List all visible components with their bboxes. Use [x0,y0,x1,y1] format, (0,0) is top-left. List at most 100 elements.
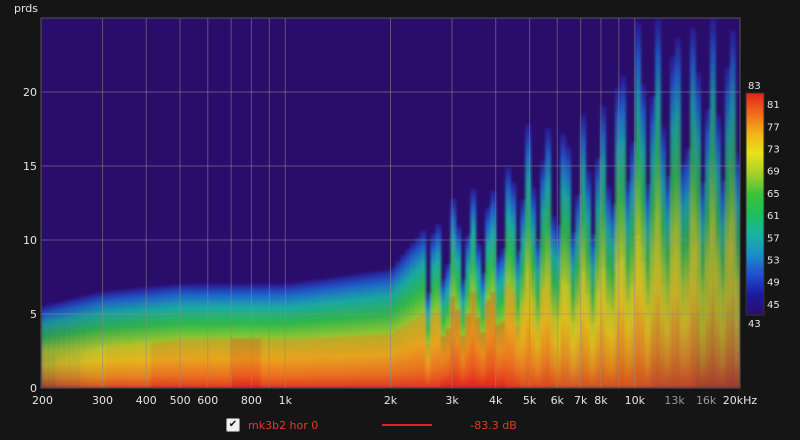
spectrogram-core [310,337,317,388]
spectrogram-chart: prds 200 300 400 500 600 800 1k 2k 3k 4k 5k 6k 7k 8k 1… [14,2,780,407]
y-axis-ticks: 0 5 10 15 20 [23,86,37,395]
spectrogram-core [295,338,302,388]
spectrogram-core [305,338,312,388]
colorbar-tick-label: 43 [748,319,761,330]
spectrogram-core [60,354,67,388]
spectrogram-core [670,256,676,388]
x-tick-label: 20kHz [723,394,758,407]
spectrogram-core [620,256,626,388]
spectrogram-core [285,339,292,388]
spectrogram-core [640,262,646,388]
spectrogram-core [265,338,272,388]
legend-line-swatch [382,424,433,426]
spectrogram-core [215,338,222,388]
spectrogram-core [300,338,307,388]
spectrogram-core [275,339,282,388]
spectrogram-core [325,337,332,388]
x-tick-label: 3k [445,394,459,407]
spectrogram-core [440,336,447,388]
spectrogram-core [150,341,157,388]
spectrogram-core [75,351,82,388]
spectrogram-core [41,357,47,388]
spectrogram-core [430,314,437,388]
spectrogram-core [105,345,112,388]
spectrogram-core [210,338,217,388]
spectrogram-core [715,286,721,388]
spectrogram-core [200,339,207,388]
spectrogram-core [680,299,686,388]
spectrogram-core [695,266,701,388]
colorbar-gradient [745,92,765,316]
spectrogram-core [690,248,696,388]
colorbar-tick-label: 83 [748,81,761,92]
spectrogram-core [610,310,616,388]
y-tick-label: 15 [23,160,37,173]
spectrogram-core [555,317,562,388]
colorbar-tick-label: 77 [767,122,780,133]
spectrogram-core [595,290,601,388]
spectrogram-core [540,288,547,388]
spectrogram-core [395,329,402,388]
spectrogram-core [650,269,656,388]
spectrogram-core [530,299,537,388]
spectrogram-core [65,353,72,388]
spectrogram-core [495,324,502,388]
x-tick-label: 13k [664,394,685,407]
y-tick-label: 0 [30,382,37,395]
spectrogram-core [95,347,102,388]
spectrogram-core [245,338,252,388]
x-tick-label: 2k [384,394,398,407]
spectrogram-core [135,343,142,388]
spectrogram-core [445,328,452,388]
colorbar: 83 81 77 73 69 65 61 57 53 49 45 43 [745,81,780,330]
spectrogram-core [85,349,92,388]
spectrogram-core [160,341,167,388]
spectrogram-core [515,324,522,388]
colorbar-tick-label: 73 [767,145,780,156]
spectrogram-core [565,283,572,388]
spectrogram-core [130,343,137,388]
spectrogram-core [415,317,422,388]
spectrogram-core [675,250,681,388]
spectrogram-core [475,317,482,388]
spectrogram-core [220,338,227,388]
colorbar-tick-label: 65 [767,189,780,200]
spectrogram-core [360,335,367,388]
spectrogram-core [55,354,62,388]
spectrogram-core [190,339,197,388]
colorbar-tick-label: 57 [767,233,780,244]
colorbar-tick-label: 81 [767,100,780,111]
spectrogram-core [145,342,152,388]
spectrogram-core [335,336,342,388]
spectrogram-core [500,321,507,388]
spectrogram-core [125,344,132,388]
legend-checkbox[interactable]: ✔ [226,418,240,432]
x-tick-label: 6k [551,394,565,407]
spectrogram-core [370,334,377,388]
spectrogram-core [365,335,372,388]
spectrogram-core [725,270,731,388]
colorbar-tick-label: 49 [767,278,780,289]
spectrogram-core [585,295,592,388]
x-tick-label: 600 [197,394,218,407]
x-tick-label: 7k [574,394,588,407]
spectrogram-core [535,322,542,388]
spectrogram-core [70,352,77,388]
spectrogram-core [120,344,127,388]
y-tick-label: 5 [30,308,37,321]
colorbar-tick-label: 69 [767,167,780,178]
spectrogram-core [100,346,107,388]
spectrogram-core [665,303,671,388]
plot-area [40,17,741,389]
spectrogram-core [165,340,172,388]
spectrogram-core [80,350,87,388]
spectrogram-core [340,336,347,388]
x-tick-label: 8k [594,394,608,407]
legend: ✔ mk3b2 hor 0 -83.3 dB [226,416,517,434]
spectrogram-core [320,337,327,388]
y-tick-label: 10 [23,234,37,247]
spectrogram-core [380,334,387,388]
spectrogram-core [685,295,691,388]
spectrogram-core [400,326,407,388]
x-gridlines [40,18,741,388]
